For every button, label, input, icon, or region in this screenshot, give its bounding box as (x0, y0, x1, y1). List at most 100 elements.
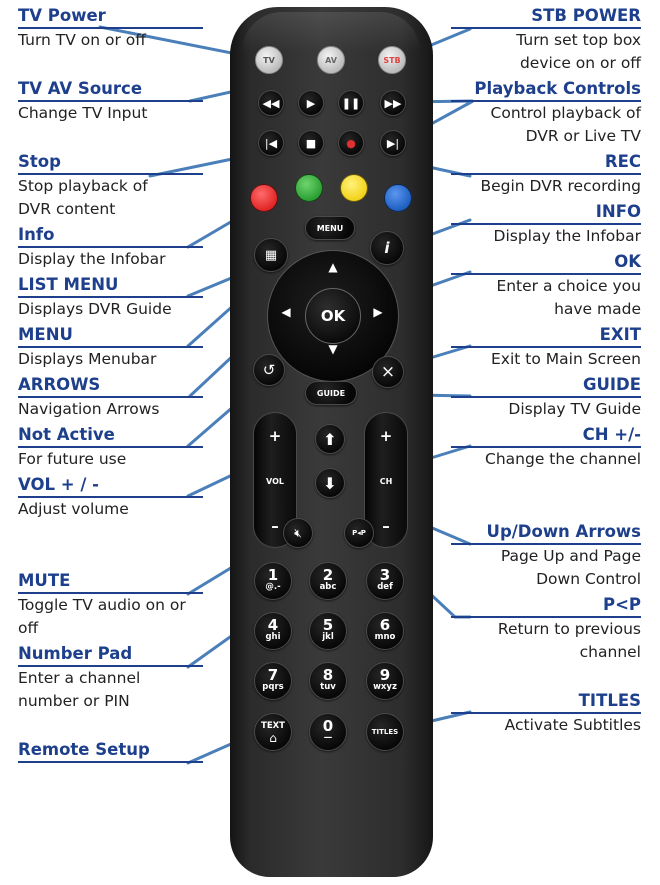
key-3-letters: def (377, 582, 393, 592)
annotation-desc: Stop playback of DVR content (18, 177, 148, 218)
annotation-ok: OK Enter a choice you have made (451, 251, 641, 321)
right-arrow-button[interactable]: ▶ (368, 303, 388, 321)
annotation-title: EXIT (451, 324, 641, 348)
annotation-title: OK (451, 251, 641, 275)
fast-forward-icon: ▶▶ (384, 96, 402, 110)
av-button[interactable]: AV (317, 46, 345, 74)
key-4-letters: ghi (265, 632, 281, 642)
rewind-button[interactable]: ◀◀ (258, 90, 284, 116)
vol-up-label: + (268, 427, 282, 445)
annotation-desc: Activate Subtitles (504, 716, 641, 734)
key-3-digit: 3 (379, 566, 391, 584)
annotation-desc: Begin DVR recording (480, 177, 641, 195)
menu-button[interactable]: MENU (305, 216, 355, 240)
key-3[interactable]: 3 def (366, 562, 404, 600)
red-key[interactable] (250, 184, 278, 212)
ok-label: OK (320, 307, 346, 325)
annotation-title: REC (451, 151, 641, 175)
stb-power-button[interactable]: STB (378, 46, 406, 74)
tv-power-label: TV (263, 55, 275, 65)
annotation-not-active: Not Active For future use (18, 424, 203, 471)
annotation-title: STB POWER (451, 5, 641, 29)
pause-button[interactable]: ❚❚ (338, 90, 364, 116)
play-icon: ▶ (306, 96, 316, 110)
annotation-title: GUIDE (451, 374, 641, 398)
skip-back-icon: |◀ (264, 136, 278, 150)
annotation-title: P<P (451, 594, 641, 618)
key-4[interactable]: 4 ghi (254, 612, 292, 650)
titles-button[interactable]: TITLES (366, 713, 404, 751)
stop-button[interactable]: ■ (298, 130, 324, 156)
key-7-letters: pqrs (262, 682, 284, 692)
ok-button[interactable]: OK (305, 288, 361, 344)
annotation-desc: Enter a channel number or PIN (18, 669, 141, 710)
p-p-button[interactable]: P◂P (344, 518, 374, 548)
annotation-title: Playback Controls (451, 78, 641, 102)
av-label: AV (325, 55, 337, 65)
blue-key[interactable] (384, 184, 412, 212)
annotation-desc: Adjust volume (18, 500, 129, 518)
annotation-titles: TITLES Activate Subtitles (451, 690, 641, 737)
annotation-desc: Control playback of DVR or Live TV (490, 104, 641, 145)
annotation-title: Not Active (18, 424, 203, 448)
key-8[interactable]: 8 tuv (309, 662, 347, 700)
yellow-key[interactable] (340, 174, 368, 202)
annotation-info-left: Info Display the Infobar (18, 224, 203, 271)
annotation-stop: Stop Stop playback of DVR content (18, 151, 203, 221)
guide-button[interactable]: GUIDE (305, 381, 357, 405)
annotation-desc: Display the Infobar (18, 250, 166, 268)
annotation-title: INFO (451, 201, 641, 225)
annotation-up-down-arrows: Up/Down Arrows Page Up and Page Down Con… (451, 521, 641, 591)
text-setup-button[interactable]: TEXT ⌂ (254, 713, 292, 751)
stop-icon: ■ (305, 136, 317, 150)
annotation-title: VOL + / - (18, 474, 203, 498)
key-6[interactable]: 6 mno (366, 612, 404, 650)
annotation-title: LIST MENU (18, 274, 203, 298)
key-5[interactable]: 5 jkl (309, 612, 347, 650)
annotation-desc: Return to previous channel (497, 620, 641, 661)
annotation-desc: Exit to Main Screen (491, 350, 641, 368)
list-menu-button[interactable]: ▦ (254, 238, 288, 272)
up-arrow-button[interactable]: ▲ (321, 258, 345, 276)
annotation-ch: CH +/- Change the channel (451, 424, 641, 471)
skip-forward-button[interactable]: ▶| (380, 130, 406, 156)
left-arrow-button[interactable]: ◀ (276, 303, 296, 321)
key-7[interactable]: 7 pqrs (254, 662, 292, 700)
tv-power-button[interactable]: TV (255, 46, 283, 74)
annotation-desc: Enter a choice you have made (496, 277, 641, 318)
down-arrow-icon: ▼ (328, 342, 338, 356)
key-9-letters: wxyz (373, 682, 397, 692)
fast-forward-button[interactable]: ▶▶ (380, 90, 406, 116)
page-up-icon: ⬆ (323, 429, 337, 449)
page-down-icon: ⬇ (323, 473, 337, 493)
pause-icon: ❚❚ (341, 96, 361, 110)
record-button[interactable]: ● (338, 130, 364, 156)
play-button[interactable]: ▶ (298, 90, 324, 116)
annotation-desc: Displays Menubar (18, 350, 157, 368)
stb-power-label: STB (383, 55, 401, 65)
key-2[interactable]: 2 abc (309, 562, 347, 600)
page-down-button[interactable]: ⬇ (315, 468, 345, 498)
film-icon: ▦ (264, 247, 278, 263)
key-5-letters: jkl (322, 632, 334, 642)
skip-back-button[interactable]: |◀ (258, 130, 284, 156)
info-button[interactable]: i (370, 231, 404, 265)
annotation-title: Stop (18, 151, 203, 175)
annotation-desc: Turn set top box device on or off (516, 31, 641, 72)
key-0[interactable]: 0— (309, 713, 347, 751)
green-key[interactable] (295, 174, 323, 202)
mute-button[interactable]: 🔇︎ (283, 518, 313, 548)
exit-button[interactable]: × (372, 356, 404, 388)
annotation-desc: Displays DVR Guide (18, 300, 172, 318)
mute-icon: 🔇︎ (294, 525, 302, 540)
menu-label: MENU (316, 223, 344, 233)
key-9[interactable]: 9 wxyz (366, 662, 404, 700)
annotation-title: CH +/- (451, 424, 641, 448)
annotation-desc: Turn TV on or off (18, 31, 146, 49)
right-arrow-icon: ▶ (373, 305, 383, 319)
page-up-button[interactable]: ⬆ (315, 424, 345, 454)
key-0-digit: 0 (322, 717, 334, 735)
key-1[interactable]: 1 @.- (254, 562, 292, 600)
ch-label: CH (379, 476, 393, 486)
back-button[interactable]: ↺ (253, 354, 285, 386)
